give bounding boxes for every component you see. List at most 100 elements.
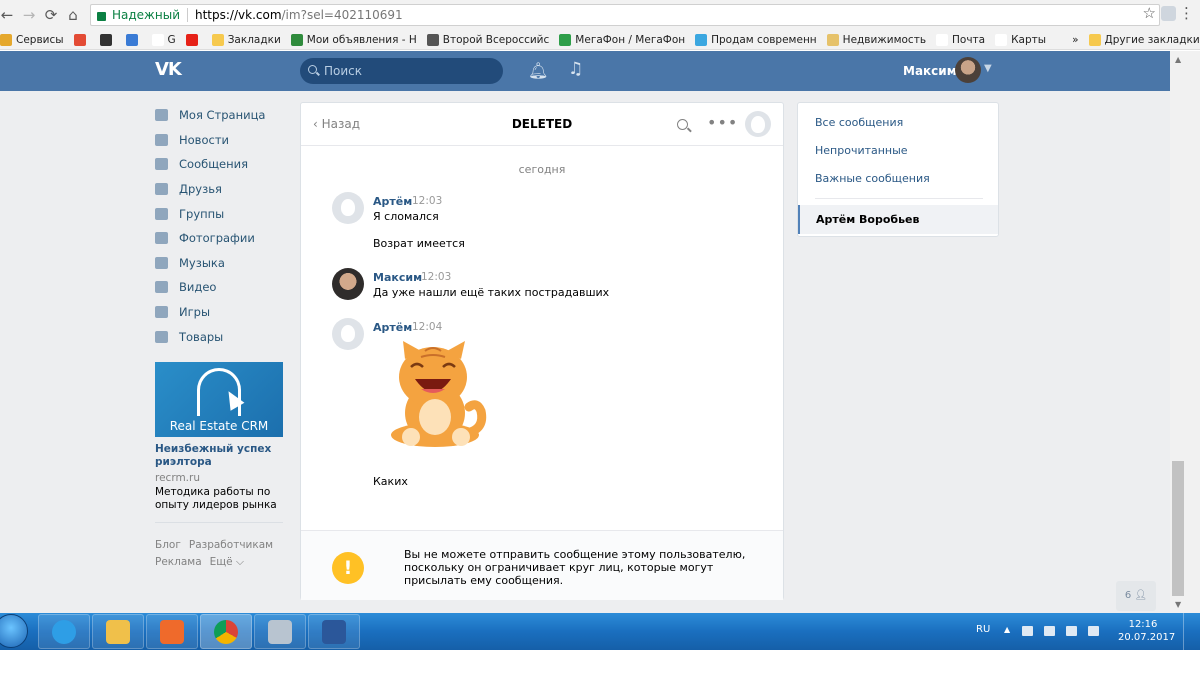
nav-item[interactable]: Группы — [155, 201, 295, 226]
bookmark-star-icon[interactable]: ☆ — [1143, 4, 1156, 22]
chat-avatar[interactable] — [745, 111, 771, 137]
message-author[interactable]: Артём — [373, 321, 412, 334]
scroll-thumb[interactable] — [1172, 461, 1184, 596]
bookmark-label: Продам современн — [711, 33, 817, 46]
bookmark-label: Карты — [1011, 33, 1047, 46]
browser-menu-icon[interactable]: ⋮ — [1179, 4, 1194, 22]
bookmark-icon — [151, 33, 164, 46]
bookmark-item[interactable] — [185, 33, 202, 46]
footer-developers-link[interactable]: Разработчикам — [189, 539, 273, 551]
filter-important[interactable]: Важные сообщения — [815, 172, 930, 185]
address-bar[interactable]: Надежный https://vk.com/im?sel=402110691 — [90, 4, 1160, 26]
extension-icon[interactable] — [1161, 6, 1176, 21]
footer-more-link[interactable]: Ещё ⌵ — [210, 556, 244, 568]
nav-item[interactable]: Фотографии — [155, 226, 295, 251]
bookmark-item[interactable]: Сервисы — [0, 33, 64, 46]
taskbar-media[interactable] — [146, 614, 198, 649]
message-avatar[interactable] — [332, 268, 364, 300]
vk-header: VK Поиск 🔔︎ ♫ Максим ▼ — [0, 51, 1170, 91]
tray-expand-arrow-icon[interactable]: ▲ — [1004, 625, 1011, 635]
home-icon[interactable]: ⌂ — [62, 4, 84, 26]
header-user-name[interactable]: Максим — [903, 64, 957, 78]
header-avatar[interactable] — [955, 57, 981, 83]
filter-unread[interactable]: Непрочитанные — [815, 144, 908, 157]
online-friends-counter[interactable]: 6 👤︎ — [1116, 581, 1156, 611]
nav-item[interactable]: Моя Страница — [155, 103, 295, 128]
nav-item-label: Группы — [179, 206, 225, 221]
nav-item[interactable]: Друзья — [155, 177, 295, 202]
filter-all-messages[interactable]: Все сообщения — [815, 116, 903, 129]
bookmark-item[interactable]: Карты — [995, 33, 1047, 46]
tray-app-icon[interactable] — [1044, 626, 1055, 636]
games-icon — [155, 306, 168, 319]
tray-clock[interactable]: 12:16 20.07.2017 — [1118, 618, 1175, 644]
bookmark-label: Другие закладки — [1104, 33, 1200, 46]
footer-blog-link[interactable]: Блог — [155, 539, 181, 551]
scroll-down-arrow-icon[interactable]: ▼ — [1175, 600, 1181, 609]
taskbar-calculator[interactable] — [254, 614, 306, 649]
search-input[interactable]: Поиск — [300, 58, 503, 84]
bookmark-item[interactable]: Почта — [936, 33, 985, 46]
bookmark-item[interactable] — [125, 33, 142, 46]
message-time: 12:04 — [412, 321, 443, 333]
footer-links: Блог Разработчикам Реклама Ещё ⌵ — [155, 537, 285, 571]
ad-banner[interactable]: Real Estate CRM — [155, 362, 283, 437]
bookmark-icon — [1088, 33, 1101, 46]
bookmark-label: Второй Всероссийс — [442, 33, 550, 46]
bookmark-item[interactable]: МегаФон / МегаФон — [559, 33, 685, 46]
notifications-bell-icon[interactable]: 🔔︎ — [528, 61, 548, 80]
nav-item[interactable]: Новости — [155, 128, 295, 153]
message-author[interactable]: Артём — [373, 195, 412, 208]
active-conversation-item[interactable]: Артём Воробьев — [798, 205, 998, 234]
groups-icon — [155, 207, 168, 220]
nav-item[interactable]: Игры — [155, 300, 295, 325]
bookmark-item[interactable]: Продам современн — [695, 33, 817, 46]
bookmark-item[interactable]: Мои объявления - Н — [290, 33, 417, 46]
bookmark-item[interactable]: Закладки — [211, 33, 281, 46]
chevron-down-icon[interactable]: ▼ — [984, 63, 992, 74]
bookmark-item[interactable] — [99, 33, 116, 46]
chat-panel: ‹ Назад DELETED ••• сегодня Артём 12:03 … — [300, 102, 784, 600]
scroll-up-arrow-icon[interactable]: ▲ — [1175, 55, 1181, 64]
url-path: /im?sel=402110691 — [281, 8, 403, 22]
bookmark-item[interactable]: Второй Всероссийс — [426, 33, 550, 46]
nav-item[interactable]: Товары — [155, 324, 295, 349]
footer-ads-link[interactable]: Реклама — [155, 556, 202, 568]
nav-item-label: Новости — [179, 132, 229, 147]
vk-logo[interactable]: VK — [155, 59, 182, 80]
nav-item[interactable]: Видео — [155, 275, 295, 300]
bookmark-item[interactable]: G — [151, 33, 176, 46]
internet-explorer-icon — [52, 619, 76, 644]
taskbar-word[interactable] — [308, 614, 360, 649]
ad-title[interactable]: Неизбежный успех риэлтора — [155, 443, 285, 469]
chat-search-icon[interactable] — [677, 119, 688, 130]
back-arrow-icon[interactable]: ← — [0, 4, 18, 26]
language-indicator[interactable]: RU — [976, 624, 990, 635]
bookmark-label: Закладки — [227, 33, 281, 46]
message-avatar[interactable] — [332, 318, 364, 350]
action-center-flag-icon[interactable] — [1022, 626, 1033, 636]
calculator-icon — [268, 619, 292, 644]
bookmark-item[interactable]: Недвижимость — [826, 33, 926, 46]
reload-icon[interactable]: ⟳ — [40, 4, 62, 26]
news-icon — [155, 133, 168, 146]
music-note-icon[interactable]: ♫ — [568, 59, 583, 79]
bookmark-item[interactable] — [73, 33, 90, 46]
nav-item[interactable]: Сообщения — [155, 152, 295, 177]
bookmark-item[interactable]: Другие закладки — [1088, 33, 1200, 46]
volume-icon[interactable] — [1088, 626, 1099, 636]
forward-arrow-icon[interactable]: → — [18, 4, 40, 26]
clock-time: 12:16 — [1128, 619, 1158, 630]
message-avatar[interactable] — [332, 192, 364, 224]
bookmark-item[interactable]: » — [1056, 33, 1079, 46]
show-desktop-button[interactable] — [1183, 613, 1200, 650]
more-options-icon[interactable]: ••• — [707, 113, 738, 132]
network-signal-icon[interactable] — [1066, 626, 1077, 636]
nav-item[interactable]: Музыка — [155, 251, 295, 276]
taskbar-chrome[interactable] — [200, 614, 252, 649]
taskbar-explorer[interactable] — [92, 614, 144, 649]
video-icon — [155, 281, 168, 294]
message-author[interactable]: Максим — [373, 271, 422, 284]
start-button[interactable] — [0, 614, 28, 648]
taskbar-ie[interactable] — [38, 614, 90, 649]
